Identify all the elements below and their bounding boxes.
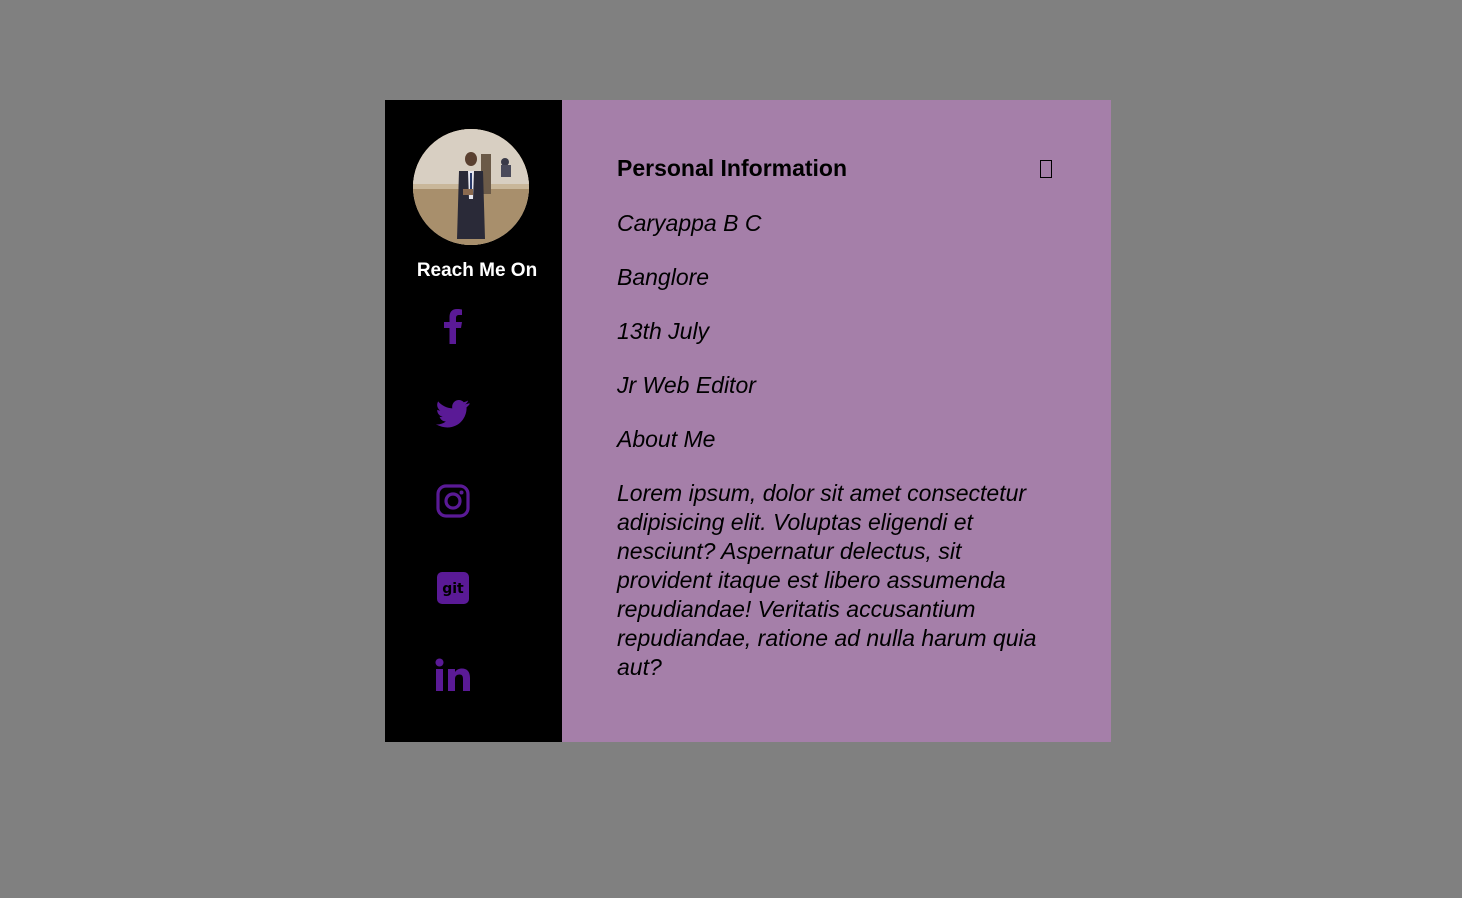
instagram-link[interactable] bbox=[435, 483, 471, 519]
birthday-text: 13th July bbox=[617, 318, 710, 344]
git-icon: git bbox=[437, 572, 469, 604]
name-text: Caryappa B C bbox=[617, 210, 762, 236]
git-link[interactable]: git bbox=[435, 570, 471, 606]
location-text: Banglore bbox=[617, 264, 710, 290]
twitter-link[interactable] bbox=[435, 396, 471, 432]
facebook-link[interactable] bbox=[435, 308, 471, 344]
instagram-icon bbox=[436, 484, 470, 518]
avatar bbox=[413, 129, 529, 245]
svg-text:git: git bbox=[442, 581, 464, 597]
facebook-icon bbox=[444, 309, 462, 344]
sidebar: Reach Me On git bbox=[385, 100, 562, 742]
about-label: About Me bbox=[617, 426, 716, 452]
profile-card: Reach Me On git Personal Information Car… bbox=[385, 100, 1111, 742]
edit-button[interactable] bbox=[1040, 160, 1052, 178]
linkedin-link[interactable] bbox=[435, 657, 471, 693]
twitter-icon bbox=[436, 400, 470, 428]
linkedin-icon bbox=[435, 658, 470, 691]
page-title: Personal Information bbox=[617, 155, 848, 181]
role-text: Jr Web Editor bbox=[617, 372, 756, 398]
info-panel: Personal Information Caryappa B C Banglo… bbox=[562, 100, 1111, 742]
about-text: Lorem ipsum, dolor sit amet consectetur … bbox=[617, 480, 1037, 680]
reach-me-label: Reach Me On bbox=[416, 260, 538, 281]
